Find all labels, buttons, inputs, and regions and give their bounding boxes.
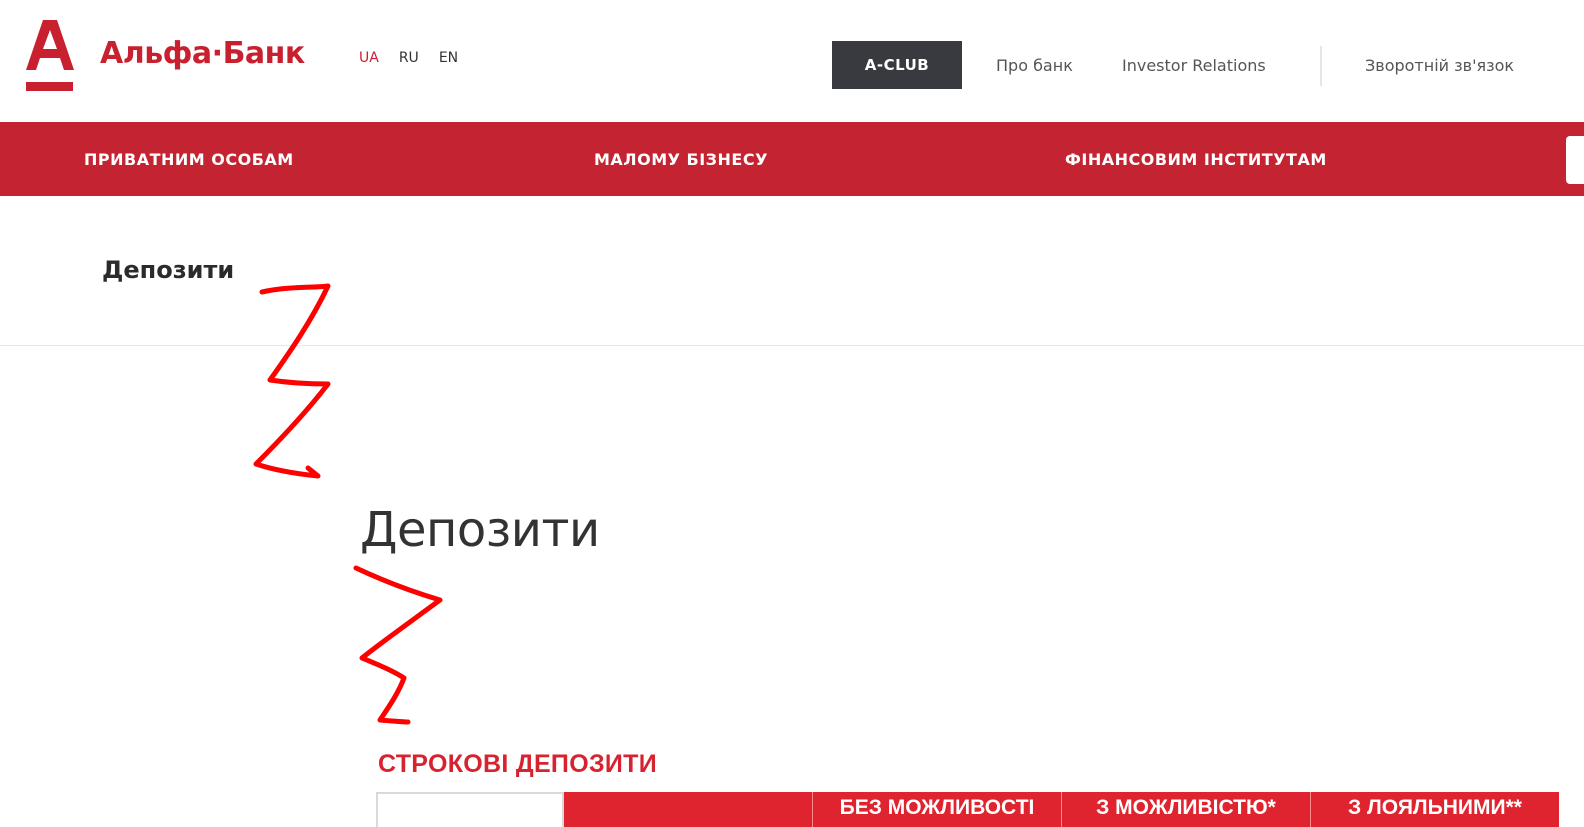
investor-relations-link[interactable]: Investor Relations [1122,56,1266,75]
page-title: Депозити [102,256,235,284]
main-nav: ПРИВАТНИМ ОСОБАМ МАЛОМУ БІЗНЕСУ ФІНАНСОВ… [0,122,1584,196]
section-divider [0,345,1584,346]
about-bank-link[interactable]: Про банк [996,56,1073,75]
annotation-scribble-2 [353,565,443,725]
lang-en[interactable]: EN [439,50,458,66]
table-header-cell-term [564,792,812,827]
nav-item-small-business[interactable]: МАЛОМУ БІЗНЕСУ [594,150,768,169]
content-heading: Депозити [360,502,600,558]
nav-item-private[interactable]: ПРИВАТНИМ ОСОБАМ [84,150,294,169]
deposits-table-header: БЕЗ МОЖЛИВОСТІ З МОЖЛИВІСТЮ* З ЛОЯЛЬНИМИ… [376,792,1560,827]
nav-item-financial-institutions[interactable]: ФІНАНСОВИМ ІНСТИТУТАМ [1065,150,1327,169]
nav-search-edge[interactable] [1566,136,1584,184]
table-header-cell-no-option: БЕЗ МОЖЛИВОСТІ [812,792,1061,827]
table-header-cell-with-option: З МОЖЛИВІСТЮ* [1061,792,1310,827]
aclub-button[interactable]: A-CLUB [832,41,962,89]
header-divider [1320,46,1322,86]
table-header-cell-blank [376,792,564,827]
table-header-cell-loyal: З ЛОЯЛЬНИМИ** [1310,792,1559,827]
language-switcher: UA RU EN [359,50,458,66]
section-heading: СТРОКОВІ ДЕПОЗИТИ [378,750,658,778]
annotation-scribble-1 [253,283,331,479]
site-header: Альфа·Банк UA RU EN A-CLUB Про банк Inve… [0,0,1584,122]
lang-ua[interactable]: UA [359,50,379,66]
alfa-logo-icon[interactable] [24,18,76,94]
lang-ru[interactable]: RU [399,50,419,66]
brand-name[interactable]: Альфа·Банк [100,36,305,71]
feedback-link[interactable]: Зворотній зв'язок [1365,56,1514,75]
